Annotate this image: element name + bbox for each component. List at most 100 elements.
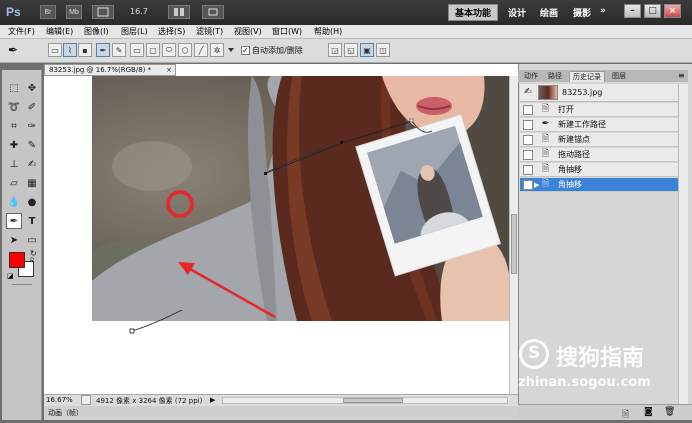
bridge-button[interactable]: Br <box>40 5 56 19</box>
swap-colors-icon[interactable]: ↻ <box>30 249 37 258</box>
custom-shape-option[interactable]: ✲ <box>210 43 224 57</box>
fill-pixels-mode-button[interactable]: ▪ <box>78 43 92 57</box>
history-state[interactable]: 🗎 角抽移 <box>520 163 678 177</box>
restore-button[interactable]: □ <box>644 4 661 18</box>
rectangle-option[interactable]: ▭ <box>130 43 144 57</box>
menu-filter[interactable]: 滤镜(T) <box>196 26 223 37</box>
animation-panel-tab[interactable]: 动画（帧） <box>48 408 83 418</box>
intersect-shape-area-button[interactable]: ▣ <box>360 43 374 57</box>
shape-layers-mode-button[interactable]: ▭ <box>48 43 62 57</box>
history-brush-source-icon[interactable]: ✍ <box>524 87 532 97</box>
workspace-design-button[interactable]: 设计 <box>508 6 526 19</box>
chevron-down-icon[interactable] <box>228 48 234 52</box>
lasso-tool[interactable]: ➰ <box>6 99 22 115</box>
workspace-essentials-button[interactable]: 基本功能 <box>448 4 498 21</box>
panel-scrollbar[interactable] <box>678 84 688 404</box>
gradient-tool[interactable]: ▦ <box>24 175 40 191</box>
tab-paths[interactable]: 路径 <box>545 71 565 82</box>
move-tool[interactable]: ✥ <box>24 80 40 96</box>
more-workspaces-button[interactable]: » <box>600 6 606 16</box>
healing-brush-tool[interactable]: ✚ <box>6 137 22 153</box>
foreground-color-swatch[interactable] <box>9 252 25 268</box>
history-snapshot[interactable]: ✍ 83253.jpg <box>520 84 678 102</box>
pen-tool[interactable]: ✒ <box>6 213 22 229</box>
history-source-checkbox[interactable] <box>523 120 533 130</box>
quick-selection-tool[interactable]: ✐ <box>24 99 40 115</box>
history-state[interactable]: 🗎 打开 <box>520 103 678 117</box>
delete-state-button[interactable]: 🗑 <box>664 407 675 417</box>
history-source-checkbox[interactable] <box>523 135 533 145</box>
brush-tool[interactable]: ✎ <box>24 137 40 153</box>
menu-image[interactable]: 图像(I) <box>84 26 109 37</box>
panel-menu-icon[interactable]: ≡ <box>678 71 685 80</box>
anchor-point[interactable] <box>409 118 414 123</box>
menu-select[interactable]: 选择(S) <box>158 26 185 37</box>
history-state[interactable]: 🗎 新建锚点 <box>520 133 678 147</box>
crop-tool[interactable]: ⌗ <box>6 118 22 134</box>
tab-actions[interactable]: 动作 <box>521 71 541 82</box>
clone-stamp-tool[interactable]: ⊥ <box>6 156 22 172</box>
freeform-pen-option[interactable]: ✎ <box>112 43 126 57</box>
vertical-scroll-thumb[interactable] <box>511 214 517 274</box>
image-canvas[interactable] <box>92 76 510 321</box>
minimize-button[interactable]: – <box>624 4 641 18</box>
vertical-scrollbar[interactable] <box>509 76 518 394</box>
subtract-shape-area-button[interactable]: ◱ <box>344 43 358 57</box>
horizontal-scroll-thumb[interactable] <box>343 398 403 403</box>
path-selection-tool[interactable]: ➤ <box>6 232 22 248</box>
screen-mode-button[interactable] <box>202 5 224 19</box>
history-source-checkbox[interactable] <box>523 105 533 115</box>
new-snapshot-button[interactable]: ◙ <box>644 407 653 417</box>
new-document-from-state-button[interactable]: 🗎 <box>622 407 629 423</box>
anchor-point[interactable] <box>340 141 343 144</box>
history-source-checkbox[interactable] <box>523 180 533 190</box>
history-state-active[interactable]: 🗎 角抽移 <box>520 178 678 192</box>
dodge-tool[interactable]: ● <box>24 194 40 210</box>
tab-history[interactable]: 历史记录 <box>569 71 605 82</box>
arrange-documents-button[interactable] <box>168 5 190 19</box>
close-tab-icon[interactable]: × <box>166 65 172 75</box>
status-menu-arrow[interactable]: ▶ <box>210 396 215 404</box>
blur-tool[interactable]: 💧 <box>6 194 22 210</box>
view-extras-button[interactable] <box>92 5 114 19</box>
zoom-value[interactable]: 16.67% <box>46 396 73 404</box>
eyedropper-tool[interactable]: ✑ <box>24 118 40 134</box>
menu-window[interactable]: 窗口(W) <box>272 26 302 37</box>
line-option[interactable]: ╱ <box>194 43 208 57</box>
rounded-rectangle-option[interactable]: ▢ <box>146 43 160 57</box>
document-tab[interactable]: 83253.jpg @ 16.7%(RGB/8) * × <box>44 64 176 76</box>
menu-help[interactable]: 帮助(H) <box>314 26 342 37</box>
menu-layer[interactable]: 图层(L) <box>121 26 148 37</box>
eraser-tool[interactable]: ▱ <box>6 175 22 191</box>
exclude-overlap-button[interactable]: ◫ <box>376 43 390 57</box>
tab-layers[interactable]: 图层 <box>609 71 629 82</box>
shape-tool[interactable]: ▭ <box>24 232 40 248</box>
anchor-point[interactable] <box>129 328 135 334</box>
history-source-checkbox[interactable] <box>523 150 533 160</box>
default-colors-icon[interactable]: ◪ <box>7 272 14 280</box>
history-brush-tool[interactable]: ✍ <box>24 156 40 172</box>
history-source-checkbox[interactable] <box>523 165 533 175</box>
menu-view[interactable]: 视图(V) <box>234 26 262 37</box>
ellipse-option[interactable]: ⬭ <box>162 43 176 57</box>
tool-preset-picker[interactable]: ✒ <box>8 43 18 57</box>
menu-file[interactable]: 文件(F) <box>8 26 35 37</box>
horizontal-scrollbar[interactable] <box>222 397 508 404</box>
history-state[interactable]: 🗎 拖动路径 <box>520 148 678 162</box>
pen-tool-option[interactable]: ✒ <box>96 43 110 57</box>
auto-add-delete-checkbox[interactable]: ✓ <box>241 46 250 55</box>
workspace-photography-button[interactable]: 摄影 <box>573 6 591 19</box>
type-tool[interactable]: T <box>24 213 40 229</box>
anchor-point[interactable] <box>264 172 267 175</box>
zoom-level[interactable]: 16.7 <box>130 7 148 16</box>
minibridge-button[interactable]: Mb <box>66 5 82 19</box>
polygon-option[interactable]: ⬡ <box>178 43 192 57</box>
status-info-icon[interactable] <box>81 395 91 405</box>
add-to-shape-area-button[interactable]: ◲ <box>328 43 342 57</box>
workspace-painting-button[interactable]: 绘画 <box>540 6 558 19</box>
menu-edit[interactable]: 编辑(E) <box>46 26 73 37</box>
paths-mode-button[interactable]: ⌇ <box>63 43 77 57</box>
close-button[interactable]: × <box>664 4 681 18</box>
history-state[interactable]: ✒ 新建工作路径 <box>520 118 678 132</box>
marquee-tool[interactable]: ⬚ <box>6 80 22 96</box>
